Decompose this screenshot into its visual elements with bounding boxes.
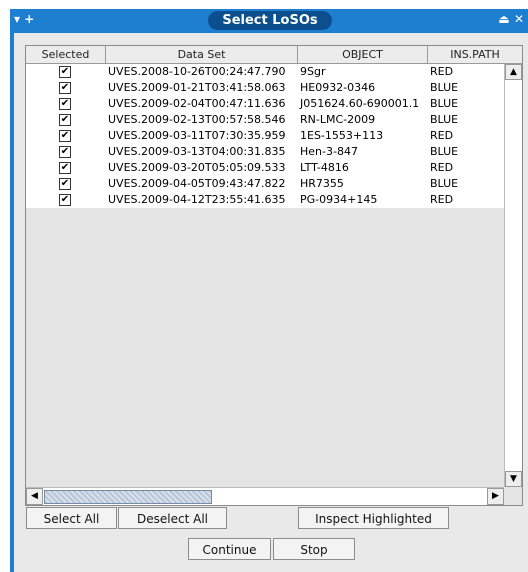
cell-ins-path: RED bbox=[430, 65, 454, 78]
select-all-button[interactable]: Select All bbox=[26, 507, 117, 529]
window-menu-icon[interactable]: ▾ + bbox=[14, 12, 34, 26]
cell-dataset: UVES.2009-04-05T09:43:47.822 bbox=[108, 177, 286, 190]
cell-selected: ✔ bbox=[26, 176, 106, 192]
cell-object: Hen-3-847 bbox=[300, 145, 358, 158]
arrow-up-icon[interactable]: ▲ bbox=[505, 64, 522, 80]
cell-selected: ✔ bbox=[26, 160, 106, 176]
cell-object: LTT-4816 bbox=[300, 161, 349, 174]
cell-object: 9Sgr bbox=[300, 65, 326, 78]
table-header: Selected Data Set OBJECT INS.PATH bbox=[26, 46, 522, 64]
check-icon[interactable]: ✔ bbox=[59, 66, 71, 78]
table-row[interactable]: ✔ UVES.2009-03-11T07:30:35.959 1ES-1553+11… bbox=[26, 128, 504, 144]
check-icon[interactable]: ✔ bbox=[59, 162, 71, 174]
cell-selected: ✔ bbox=[26, 128, 106, 144]
cell-dataset: UVES.2009-02-04T00:47:11.636 bbox=[108, 97, 286, 110]
table-row[interactable]: ✔ UVES.2008-10-26T00:24:47.790 9Sgr RED bbox=[26, 64, 504, 80]
cell-ins-path: BLUE bbox=[430, 145, 459, 158]
cell-selected: ✔ bbox=[26, 144, 106, 160]
cell-ins-path: RED bbox=[430, 193, 454, 206]
cell-ins-path: BLUE bbox=[430, 113, 459, 126]
horizontal-scrollbar[interactable]: ◀ ▶ bbox=[26, 487, 504, 505]
stop-button[interactable]: Stop bbox=[273, 538, 355, 560]
column-header-selected[interactable]: Selected bbox=[26, 46, 106, 63]
arrow-down-icon[interactable]: ▼ bbox=[505, 471, 522, 487]
continue-button[interactable]: Continue bbox=[188, 538, 271, 560]
check-icon[interactable]: ✔ bbox=[59, 178, 71, 190]
check-icon[interactable]: ✔ bbox=[59, 98, 71, 110]
loso-table: Selected Data Set OBJECT INS.PATH ✔ UVES.… bbox=[25, 45, 523, 506]
check-icon[interactable]: ✔ bbox=[59, 130, 71, 142]
cell-dataset: UVES.2009-03-11T07:30:35.959 bbox=[108, 129, 286, 142]
cell-ins-path: BLUE bbox=[430, 81, 459, 94]
horizontal-scroll-thumb[interactable] bbox=[44, 490, 212, 504]
window-title: Select LoSOs bbox=[208, 11, 332, 30]
cell-ins-path: BLUE bbox=[430, 177, 459, 190]
cell-object: RN-LMC-2009 bbox=[300, 113, 376, 126]
window-controls-icon[interactable]: ⏏ ✕ bbox=[498, 12, 524, 26]
cell-dataset: UVES.2009-03-20T05:05:09.533 bbox=[108, 161, 286, 174]
vertical-scrollbar[interactable]: ▲ ▼ bbox=[504, 64, 522, 487]
table-row[interactable]: ✔ UVES.2009-02-04T00:47:11.636 J051624.60-… bbox=[26, 96, 504, 112]
column-header-object[interactable]: OBJECT bbox=[298, 46, 428, 63]
table-row[interactable]: ✔ UVES.2009-02-13T00:57:58.546 RN-LMC-2009… bbox=[26, 112, 504, 128]
table-row[interactable]: ✔ UVES.2009-04-12T23:55:41.635 PG-0934+145… bbox=[26, 192, 504, 208]
table-row[interactable]: ✔ UVES.2009-03-13T04:00:31.835 Hen-3-847 BL… bbox=[26, 144, 504, 160]
cell-dataset: UVES.2009-02-13T00:57:58.546 bbox=[108, 113, 286, 126]
cell-ins-path: RED bbox=[430, 161, 454, 174]
check-icon[interactable]: ✔ bbox=[59, 194, 71, 206]
cell-dataset: UVES.2009-03-13T04:00:31.835 bbox=[108, 145, 286, 158]
check-icon[interactable]: ✔ bbox=[59, 82, 71, 94]
cell-ins-path: BLUE bbox=[430, 97, 459, 110]
cell-object: PG-0934+145 bbox=[300, 193, 378, 206]
cell-object: HR7355 bbox=[300, 177, 344, 190]
cell-object: J051624.60-690001.1 bbox=[300, 97, 420, 110]
check-icon[interactable]: ✔ bbox=[59, 114, 71, 126]
cell-object: 1ES-1553+113 bbox=[300, 129, 384, 142]
cell-dataset: UVES.2009-04-12T23:55:41.635 bbox=[108, 193, 286, 206]
table-row[interactable]: ✔ UVES.2009-01-21T03:41:58.063 HE0932-0346… bbox=[26, 80, 504, 96]
table-row[interactable]: ✔ UVES.2009-04-05T09:43:47.822 HR7355 BLUE bbox=[26, 176, 504, 192]
inspect-highlighted-button[interactable]: Inspect Highlighted bbox=[298, 507, 449, 529]
arrow-right-icon[interactable]: ▶ bbox=[487, 488, 504, 505]
arrow-left-icon[interactable]: ◀ bbox=[26, 488, 43, 505]
scrollbar-corner bbox=[505, 488, 522, 505]
column-header-dataset[interactable]: Data Set bbox=[106, 46, 298, 63]
column-header-ins-path[interactable]: INS.PATH bbox=[428, 46, 522, 63]
cell-selected: ✔ bbox=[26, 112, 106, 128]
cell-selected: ✔ bbox=[26, 96, 106, 112]
check-icon[interactable]: ✔ bbox=[59, 146, 71, 158]
cell-object: HE0932-0346 bbox=[300, 81, 376, 94]
table-body: ✔ UVES.2008-10-26T00:24:47.790 9Sgr RED ✔ UVE… bbox=[26, 64, 504, 208]
deselect-all-button[interactable]: Deselect All bbox=[118, 507, 227, 529]
cell-selected: ✔ bbox=[26, 80, 106, 96]
cell-dataset: UVES.2009-01-21T03:41:58.063 bbox=[108, 81, 286, 94]
cell-dataset: UVES.2008-10-26T00:24:47.790 bbox=[108, 65, 286, 78]
cell-ins-path: RED bbox=[430, 129, 454, 142]
cell-selected: ✔ bbox=[26, 64, 106, 80]
cell-selected: ✔ bbox=[26, 192, 106, 208]
table-row[interactable]: ✔ UVES.2009-03-20T05:05:09.533 LTT-4816 RED bbox=[26, 160, 504, 176]
window-titlebar: ▾ + Select LoSOs ⏏ ✕ bbox=[0, 0, 528, 33]
